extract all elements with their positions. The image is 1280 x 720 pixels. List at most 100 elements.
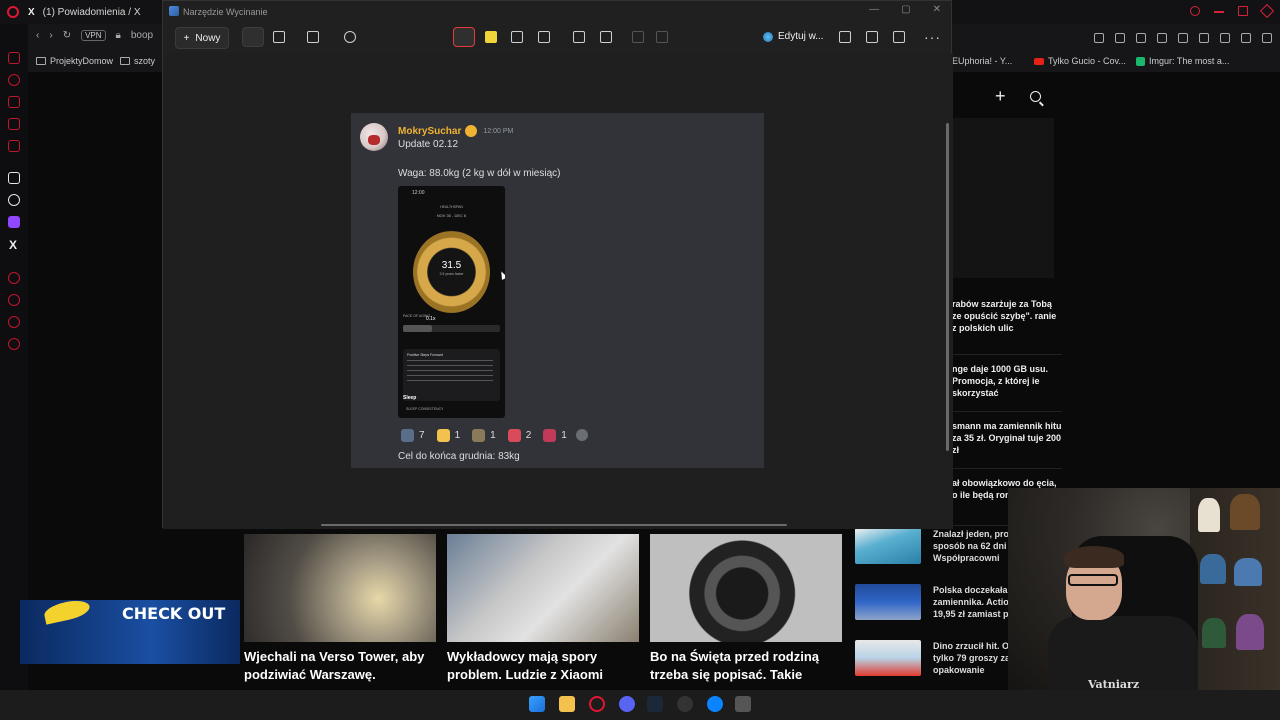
aria-sidebar-icon[interactable] xyxy=(8,172,20,184)
bubble-sidebar-icon[interactable] xyxy=(8,316,20,328)
username[interactable]: MokrySuchar xyxy=(398,126,461,137)
save-icon[interactable] xyxy=(839,31,851,43)
text-actions-icon[interactable] xyxy=(600,31,612,43)
extensions-icon[interactable] xyxy=(1199,33,1209,43)
back-icon[interactable]: ‹ xyxy=(36,30,39,41)
reaction-chip[interactable]: 1 xyxy=(540,426,570,444)
url-text[interactable]: boop xyxy=(131,30,153,41)
news-item[interactable]: rabów szarżuje za Tobą ze opuścić szybę"… xyxy=(952,298,1062,355)
reactions-row: 7 1 1 2 1 xyxy=(398,426,588,444)
bookmark-euphoria[interactable]: EUphoria! - Y... xyxy=(952,56,1012,66)
x-sidebar-icon[interactable]: X xyxy=(9,238,17,252)
messenger-sidebar-icon[interactable] xyxy=(8,140,20,152)
music-sidebar-icon[interactable] xyxy=(8,96,20,108)
promo-banner[interactable]: CHECK OUT xyxy=(20,600,240,664)
eraser-icon[interactable] xyxy=(511,31,523,43)
window-controls xyxy=(1190,3,1275,19)
snipping-taskbar-icon[interactable] xyxy=(735,696,751,712)
messenger-taskbar-icon[interactable] xyxy=(707,696,723,712)
play-icon[interactable] xyxy=(1157,33,1167,43)
timer-icon[interactable] xyxy=(344,31,356,43)
menu-icon[interactable] xyxy=(1262,33,1272,43)
news-item[interactable]: smann ma zamiennik hitu za 35 zł. Orygin… xyxy=(952,412,1062,469)
sleep-label: Sleep xyxy=(403,395,417,401)
ballpoint-pen-icon[interactable] xyxy=(453,27,475,47)
reaction-chip[interactable]: 7 xyxy=(398,426,428,444)
vertical-scrollbar[interactable] xyxy=(946,123,949,451)
minimize-icon[interactable] xyxy=(1214,11,1224,13)
side-news-item[interactable]: Dino zrzucił hit. O tylko 79 groszy za o… xyxy=(855,640,1015,696)
news-card-title[interactable]: Bo na Święta przed rodziną trzeba się po… xyxy=(650,648,842,688)
youtube-icon xyxy=(1034,57,1044,65)
file-explorer-icon[interactable] xyxy=(559,696,575,712)
add-reaction-icon[interactable] xyxy=(575,429,588,441)
news-card[interactable]: Wykładowcy mają spory problem. Ludzie z … xyxy=(447,534,639,688)
settings-sidebar-icon[interactable] xyxy=(8,338,20,350)
x-tab-icon: X xyxy=(28,6,35,18)
timestamp: 12:00 PM xyxy=(483,127,514,135)
close-icon[interactable] xyxy=(1259,3,1275,19)
opera-logo-icon[interactable] xyxy=(7,6,19,18)
healthspan-sub: 3.5 years faster xyxy=(439,272,464,276)
reaction-chip[interactable]: 1 xyxy=(469,426,499,444)
news-card-title[interactable]: Wykładowcy mają spory problem. Ludzie z … xyxy=(447,648,639,688)
news-card[interactable]: Bo na Święta przed rodziną trzeba się po… xyxy=(650,534,842,688)
download-icon[interactable] xyxy=(1241,33,1251,43)
pin-icon[interactable] xyxy=(1094,33,1104,43)
chat-sidebar-icon[interactable] xyxy=(8,118,20,130)
vpn-badge[interactable]: VPN xyxy=(81,30,106,41)
news-item[interactable]: nge daje 1000 GB usu. Promocja, z której… xyxy=(952,355,1062,412)
redo-icon[interactable] xyxy=(656,31,668,43)
horizontal-scrollbar[interactable] xyxy=(321,524,787,526)
windows-start-icon[interactable] xyxy=(529,696,545,712)
video-mode-icon[interactable] xyxy=(273,31,285,43)
snapshot-icon[interactable] xyxy=(1115,33,1125,43)
attached-screenshot[interactable]: 12:00 HEALTHSPAN NOV 30 - DEC 6 31.5 3.5… xyxy=(398,186,505,418)
bookmark-imgur[interactable]: Imgur: The most a... xyxy=(1136,56,1229,66)
crop-icon[interactable] xyxy=(573,31,585,43)
chatgpt-sidebar-icon[interactable] xyxy=(8,194,20,206)
close-icon[interactable]: ✕ xyxy=(933,4,941,15)
wallet-icon[interactable] xyxy=(1220,33,1230,43)
undo-icon[interactable] xyxy=(632,31,644,43)
history-sidebar-icon[interactable] xyxy=(8,74,20,86)
reaction-chip[interactable]: 1 xyxy=(434,426,464,444)
snip-shape-icon[interactable] xyxy=(307,31,319,43)
bookmark-projektydomow[interactable]: ProjektyDomow xyxy=(36,56,113,66)
reload-icon[interactable]: ↻ xyxy=(63,30,71,41)
user-avatar[interactable] xyxy=(360,123,388,151)
reaction-chip[interactable]: 2 xyxy=(505,426,535,444)
bookmark-tylko-gucio[interactable]: Tylko Gucio - Cov... xyxy=(1034,56,1126,66)
search-icon[interactable] xyxy=(1029,91,1041,102)
wallet-sidebar-icon[interactable] xyxy=(8,52,20,64)
minimize-icon[interactable]: — xyxy=(869,4,879,15)
share-icon[interactable] xyxy=(893,31,905,43)
side-news-item[interactable]: Znalazł jeden, pro sposób na 62 dni Wspó… xyxy=(855,528,1015,584)
twitch-sidebar-icon[interactable] xyxy=(8,216,20,228)
forward-icon[interactable]: › xyxy=(49,30,52,41)
maximize-icon[interactable]: ▢ xyxy=(901,4,910,15)
more-options-icon[interactable]: ··· xyxy=(924,29,941,45)
plus-icon[interactable]: + xyxy=(995,86,1006,107)
new-snip-button[interactable]: + Nowy xyxy=(175,27,229,49)
cube-icon[interactable] xyxy=(1136,33,1146,43)
highlighter-icon[interactable] xyxy=(485,31,497,43)
search-icon[interactable] xyxy=(1190,6,1200,16)
opera-taskbar-icon[interactable] xyxy=(589,696,605,712)
news-card-title[interactable]: Wjechali na Verso Tower, aby podziwiać W… xyxy=(244,648,436,688)
player-sidebar-icon[interactable] xyxy=(8,272,20,284)
obs-taskbar-icon[interactable] xyxy=(677,696,693,712)
heart-icon[interactable] xyxy=(1178,33,1188,43)
screenshot-mode-icon[interactable] xyxy=(242,27,264,47)
news-card[interactable]: Wjechali na Verso Tower, aby podziwiać W… xyxy=(244,534,436,688)
shapes-icon[interactable] xyxy=(538,31,550,43)
clock-sidebar-icon[interactable] xyxy=(8,294,20,306)
browser-tab[interactable]: X (1) Powiadomienia / X xyxy=(28,0,168,24)
maximize-icon[interactable] xyxy=(1238,6,1248,16)
edit-in-paint-button[interactable]: Edytuj w... xyxy=(763,31,824,42)
copy-icon[interactable] xyxy=(866,31,878,43)
discord-taskbar-icon[interactable] xyxy=(619,696,635,712)
side-news-item[interactable]: Polska doczekała zamiennika. Actio 19,95… xyxy=(855,584,1015,640)
steam-taskbar-icon[interactable] xyxy=(647,696,663,712)
bookmark-szoty[interactable]: szoty xyxy=(120,56,155,66)
